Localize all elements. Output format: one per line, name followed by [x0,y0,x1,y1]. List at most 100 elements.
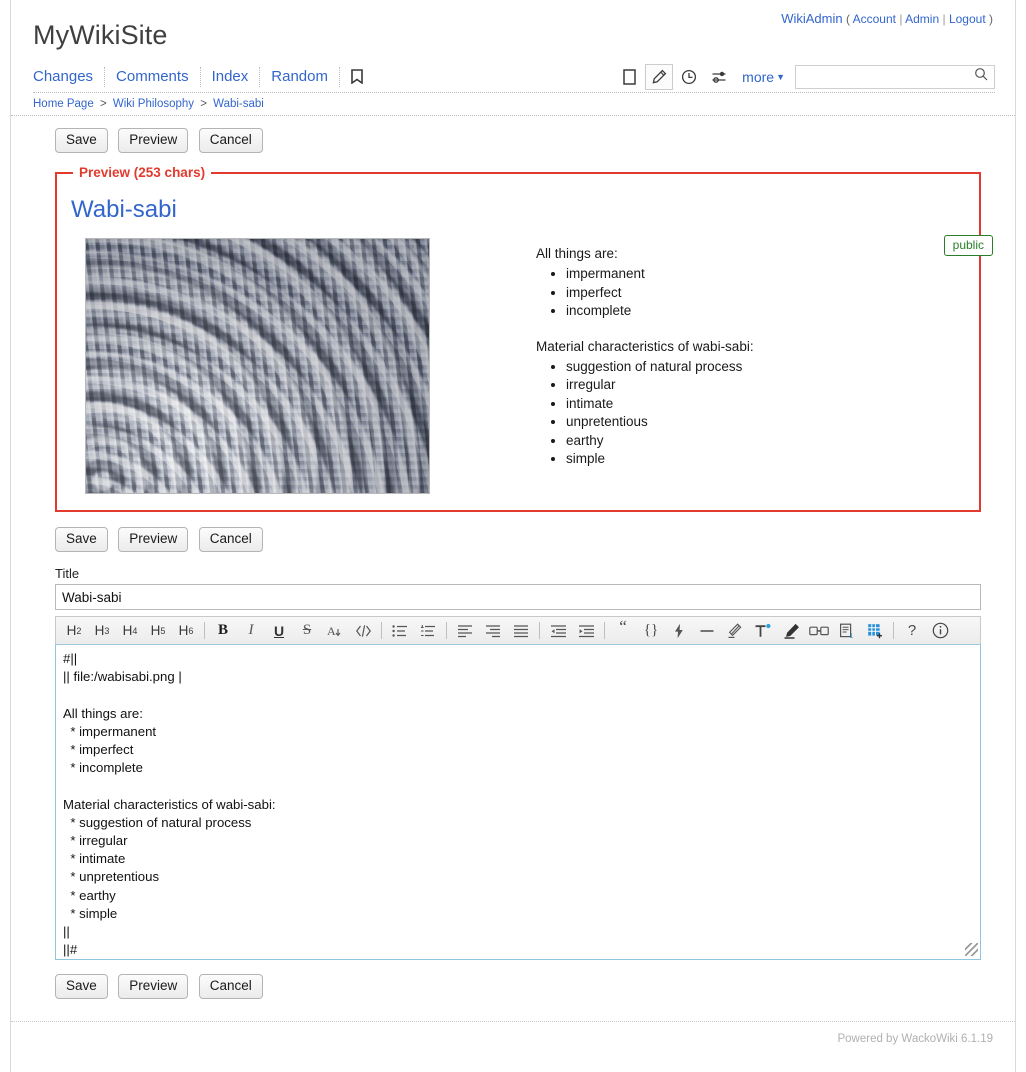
admin-link[interactable]: Admin [905,12,939,26]
edit-form: Title H2 H3 H4 H5 H6 B I U S A [11,566,1015,960]
list-item: imperfect [566,284,754,303]
text-superscript-icon[interactable] [749,618,777,644]
navigation-row: Changes Comments Index Random [33,60,995,93]
footer-credit: Powered by WackoWiki 6.1.19 [837,1033,993,1045]
bold-button[interactable]: B [209,618,237,644]
breadcrumb-separator-1: > [100,98,107,110]
align-justify-icon[interactable] [507,618,535,644]
nav-item-comments[interactable]: Comments [105,67,201,87]
bookmark-icon[interactable] [340,67,374,87]
info-icon[interactable] [926,618,954,644]
braces-icon[interactable]: {} [637,618,665,644]
align-right-icon[interactable] [479,618,507,644]
heading-h5-button[interactable]: H5 [144,618,172,644]
code-icon[interactable] [349,618,377,644]
user-name-link[interactable]: WikiAdmin [781,11,842,26]
editor-toolbar: H2 H3 H4 H5 H6 B I U S A [55,616,981,644]
status-badge: public [944,235,993,256]
outdent-icon[interactable] [544,618,572,644]
toolbar-separator [604,622,605,639]
eraser-icon[interactable] [721,618,749,644]
page-tools: more ▼ [614,60,995,93]
cancel-button-bottom[interactable]: Cancel [199,974,263,999]
italic-button[interactable]: I [237,618,265,644]
list-item: unpretentious [566,413,754,432]
page-title: Wabi-sabi [71,196,965,224]
nav-item-random[interactable]: Random [260,67,340,87]
nav-item-changes[interactable]: Changes [33,67,105,87]
preview-content: All things are: impermanent imperfect in… [71,238,965,494]
align-left-icon[interactable] [451,618,479,644]
site-footer: Powered by WackoWiki 6.1.19 [11,1021,1015,1045]
quote-icon[interactable]: “ [609,618,637,644]
top-action-bar: Save Preview Cancel public [11,116,1015,160]
cancel-button-top[interactable]: Cancel [199,128,263,153]
search-box[interactable] [795,65,995,89]
title-input[interactable] [55,584,981,610]
more-menu-button[interactable]: more ▼ [742,69,785,85]
toolbar-separator [381,622,382,639]
list-item: earthy [566,432,754,451]
indent-icon[interactable] [572,618,600,644]
toolbar-separator [204,622,205,639]
link-icon[interactable] [805,618,833,644]
editor-area-wrapper: #|| || file:/wabisabi.png | All things a… [55,644,981,960]
strikethrough-button[interactable]: S [293,618,321,644]
settings-sliders-icon[interactable] [705,64,733,90]
list-lead-2: Material characteristics of wabi-sabi: [536,337,754,356]
list-lead-1: All things are: [536,244,754,263]
account-link[interactable]: Account [853,12,896,26]
breadcrumb-item-home-page[interactable]: Home Page [33,98,94,110]
save-button-bottom[interactable]: Save [55,974,108,999]
horizontal-rule-icon[interactable] [693,618,721,644]
site-header: MyWikiSite WikiAdmin ( Account | Admin |… [11,0,1015,116]
preview-legend: Preview (253 chars) [73,165,211,180]
close-paren: ) [989,12,993,26]
page-icon[interactable] [615,64,643,90]
preview-text-cell: All things are: impermanent imperfect in… [536,238,754,494]
svg-text:1: 1 [850,633,854,639]
history-clock-icon[interactable] [675,64,703,90]
preview-button-top[interactable]: Preview [118,128,188,153]
footnote-icon[interactable]: 1 [833,618,861,644]
heading-h2-button[interactable]: H2 [60,618,88,644]
toolbar-separator [446,622,447,639]
wiki-source-textarea[interactable]: #|| || file:/wabisabi.png | All things a… [55,644,981,960]
search-input[interactable] [802,69,974,85]
save-button-middle[interactable]: Save [55,527,108,552]
logout-link[interactable]: Logout [949,12,986,26]
preview-button-bottom[interactable]: Preview [118,974,188,999]
highlighter-icon[interactable] [777,618,805,644]
heading-h6-button[interactable]: H6 [172,618,200,644]
help-icon[interactable]: ? [898,618,926,644]
heading-h3-button[interactable]: H3 [88,618,116,644]
text-clear-format-icon[interactable]: A [321,618,349,644]
search-icon[interactable] [974,67,988,86]
breadcrumb-item-wabi-sabi[interactable]: Wabi-sabi [213,98,264,110]
underline-button[interactable]: U [265,618,293,644]
numbered-list-icon[interactable] [414,618,442,644]
wiki-page: MyWikiSite WikiAdmin ( Account | Admin |… [10,0,1016,1072]
lightning-icon[interactable] [665,618,693,644]
list-item: irregular [566,376,754,395]
title-label: Title [55,566,981,581]
list-item: impermanent [566,265,754,284]
preview-button-middle[interactable]: Preview [118,527,188,552]
list-item: suggestion of natural process [566,358,754,377]
table-add-icon[interactable] [861,618,889,644]
save-button-top[interactable]: Save [55,128,108,153]
list-item: intimate [566,395,754,414]
more-menu-label: more [742,69,774,85]
user-separator-1: | [899,12,902,26]
preview-section: Preview (253 chars) Wabi-sabi All things… [11,160,1015,512]
pencil-edit-icon[interactable] [645,64,673,90]
photo-texture-shade [86,239,429,493]
list-item: simple [566,450,754,469]
nav-item-index[interactable]: Index [201,67,261,87]
bullet-list-icon[interactable] [386,618,414,644]
preview-image-cell [71,238,536,494]
cancel-button-middle[interactable]: Cancel [199,527,263,552]
preview-fieldset: Preview (253 chars) Wabi-sabi All things… [55,165,981,512]
breadcrumb-item-wiki-philosophy[interactable]: Wiki Philosophy [113,98,194,110]
heading-h4-button[interactable]: H4 [116,618,144,644]
